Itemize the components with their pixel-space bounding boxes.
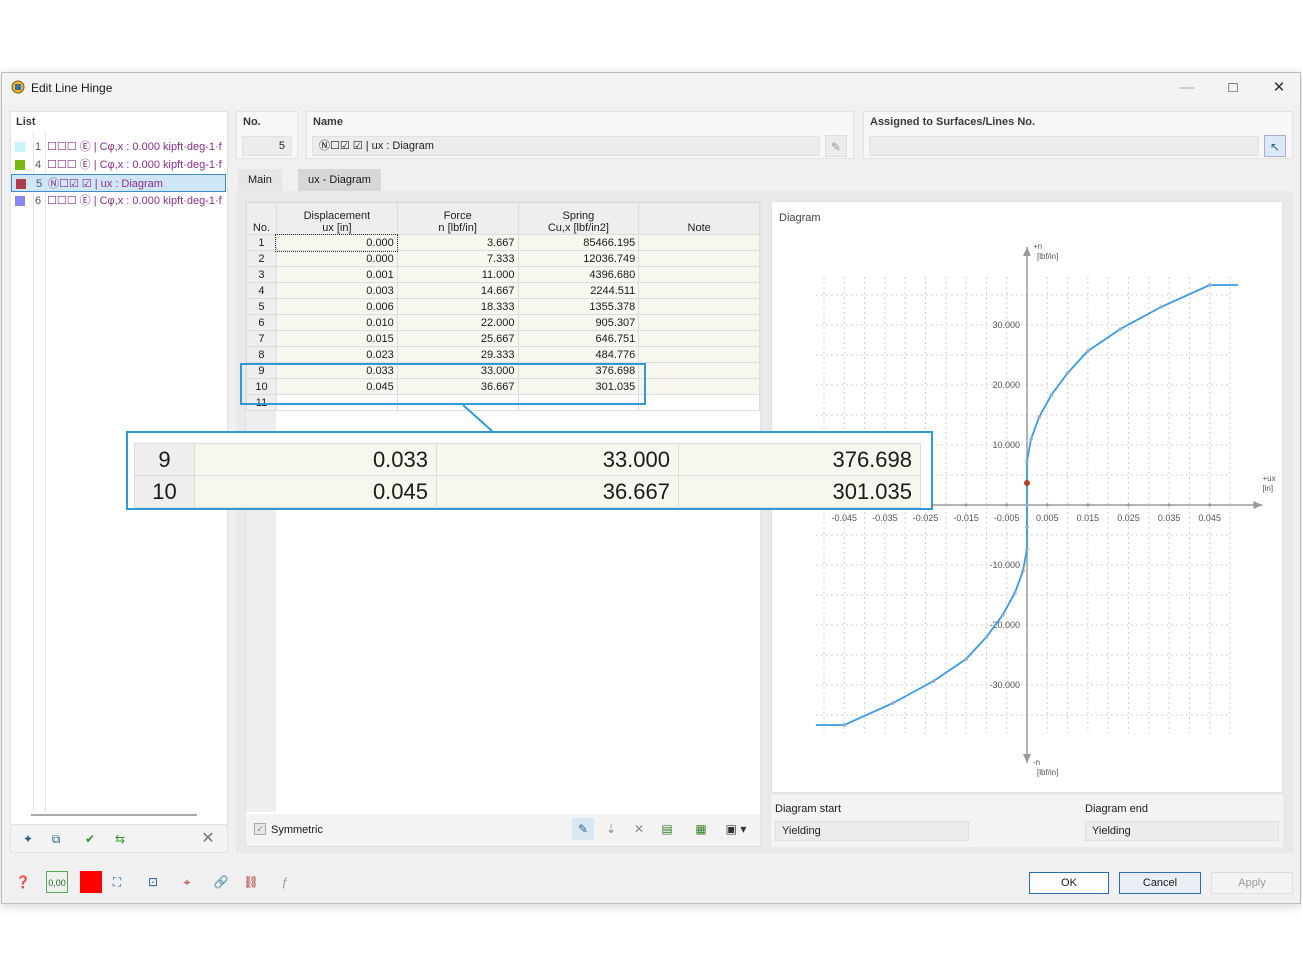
zoom-row-number: 9 — [134, 443, 195, 476]
zoom-force: 36.667 — [436, 475, 679, 508]
zoom-row: 10 0.045 36.667 301.035 — [134, 475, 921, 508]
zoom-row: 9 0.033 33.000 376.698 — [134, 443, 921, 476]
zoom-displacement: 0.033 — [194, 443, 437, 476]
zoom-row-number: 10 — [134, 475, 195, 508]
zoom-spring: 301.035 — [678, 475, 921, 508]
zoom-displacement: 0.045 — [194, 475, 437, 508]
zoom-spring: 376.698 — [678, 443, 921, 476]
zoom-callout: 9 0.033 33.000 376.698 10 0.045 36.667 301.035 — [126, 431, 933, 510]
zoom-force: 33.000 — [436, 443, 679, 476]
